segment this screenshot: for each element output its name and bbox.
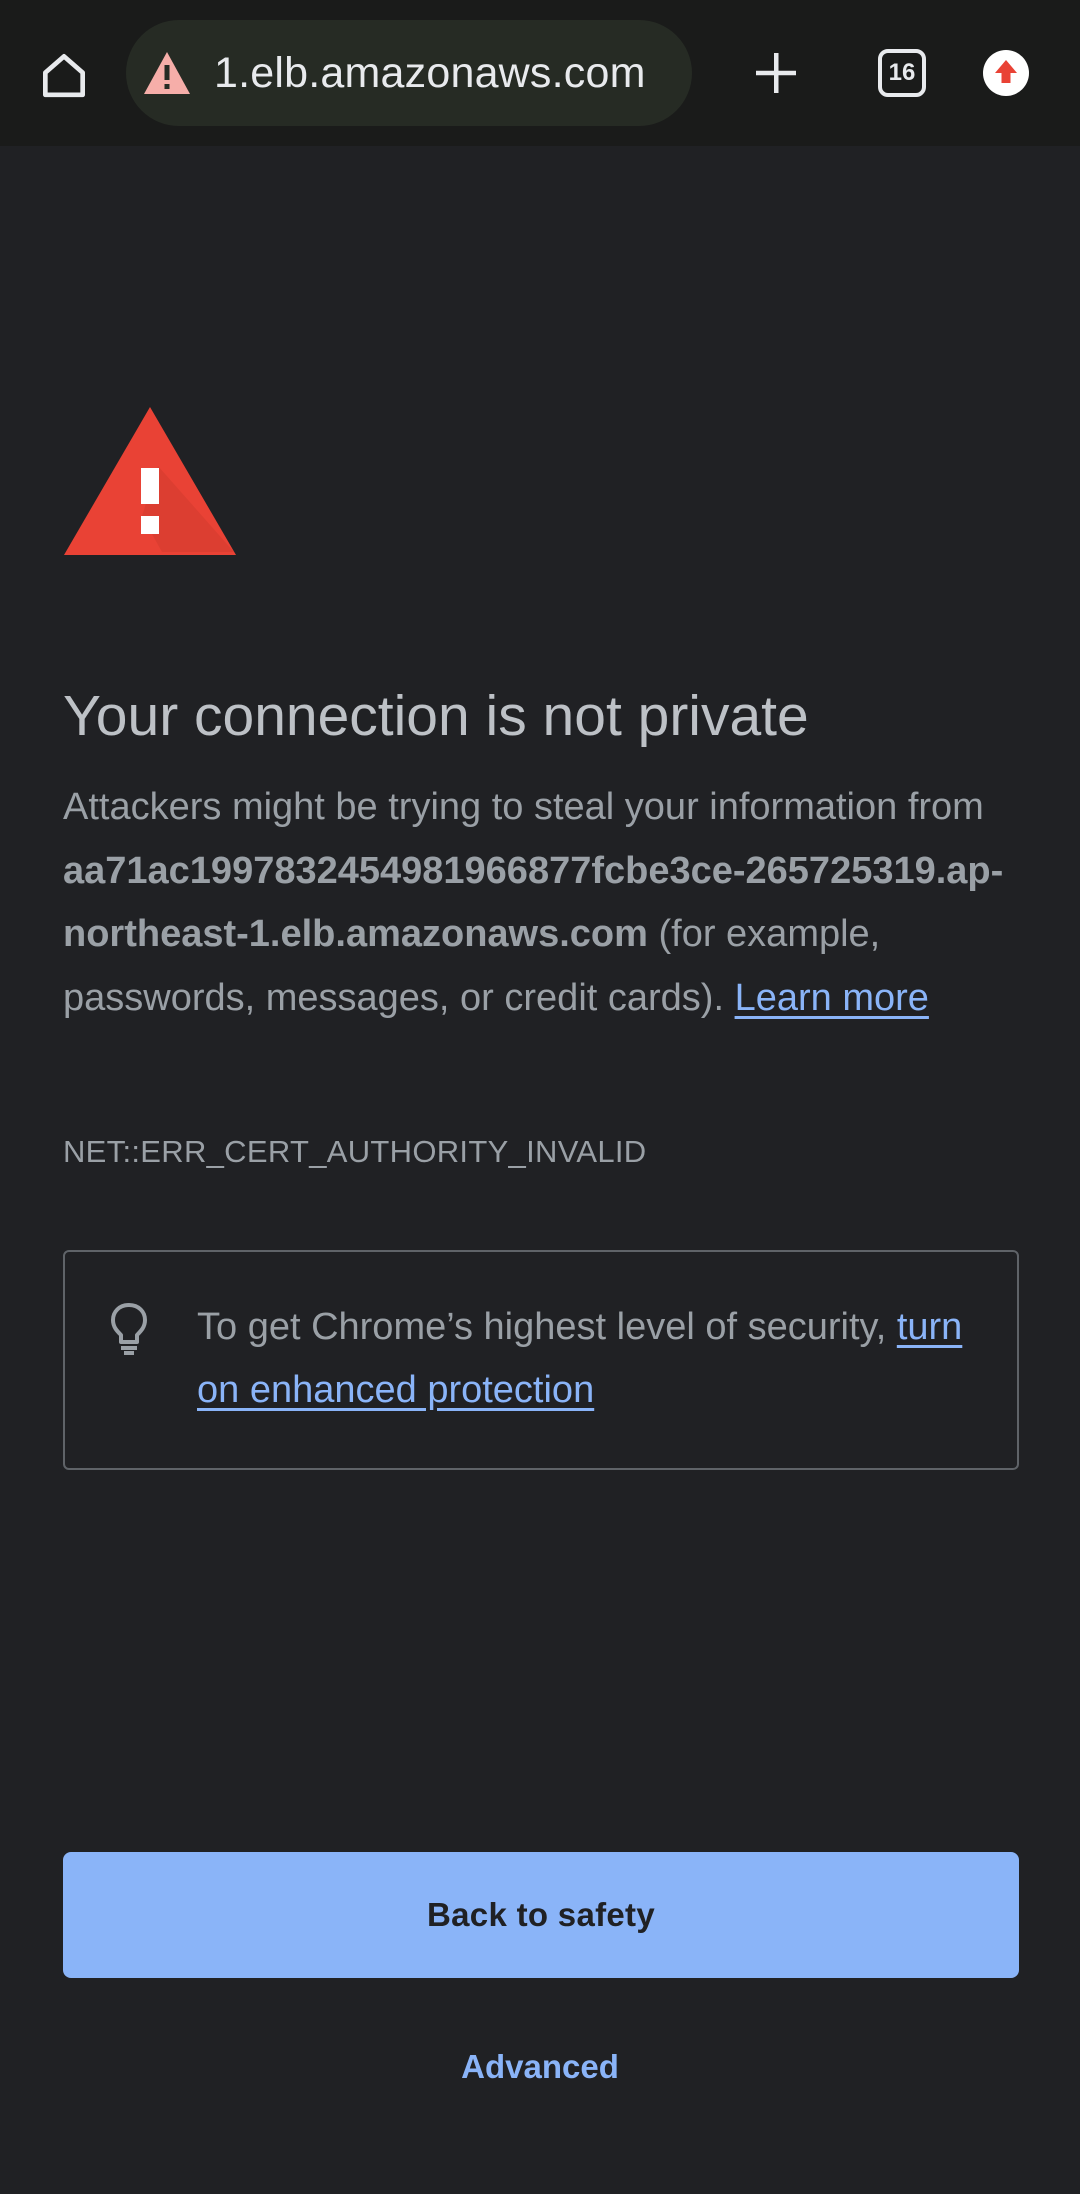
- update-button[interactable]: [966, 33, 1046, 113]
- new-tab-button[interactable]: [736, 33, 816, 113]
- enhanced-protection-text: To get Chrome’s highest level of securit…: [197, 1296, 997, 1422]
- error-code: NET::ERR_CERT_AUTHORITY_INVALID: [63, 1134, 647, 1169]
- enhanced-protection-intro: To get Chrome’s highest level of securit…: [197, 1306, 897, 1348]
- tab-count: 16: [888, 59, 916, 86]
- warning-description: Attackers might be trying to steal your …: [63, 776, 1023, 1030]
- tab-switcher-button[interactable]: 16: [862, 33, 942, 113]
- update-arrow-icon: [983, 50, 1029, 96]
- description-intro: Attackers might be trying to steal your …: [63, 786, 984, 828]
- home-button[interactable]: [24, 35, 104, 115]
- enhanced-protection-card: To get Chrome’s highest level of securit…: [63, 1250, 1019, 1470]
- tab-switcher-icon: 16: [878, 49, 926, 97]
- home-icon: [43, 54, 85, 98]
- address-bar[interactable]: 1.elb.amazonaws.com: [126, 20, 692, 126]
- learn-more-link[interactable]: Learn more: [735, 977, 929, 1019]
- plus-icon: [756, 53, 796, 93]
- page-title: Your connection is not private: [63, 684, 809, 748]
- back-to-safety-button[interactable]: Back to safety: [63, 1852, 1019, 1978]
- warning-triangle-icon[interactable]: [142, 50, 192, 96]
- lightbulb-icon: [111, 1303, 147, 1355]
- red-alert-triangle-icon: [64, 407, 236, 555]
- browser-toolbar: 1.elb.amazonaws.com 16: [0, 0, 1080, 146]
- url-text: 1.elb.amazonaws.com: [214, 48, 646, 97]
- advanced-button[interactable]: Advanced: [340, 2048, 740, 2096]
